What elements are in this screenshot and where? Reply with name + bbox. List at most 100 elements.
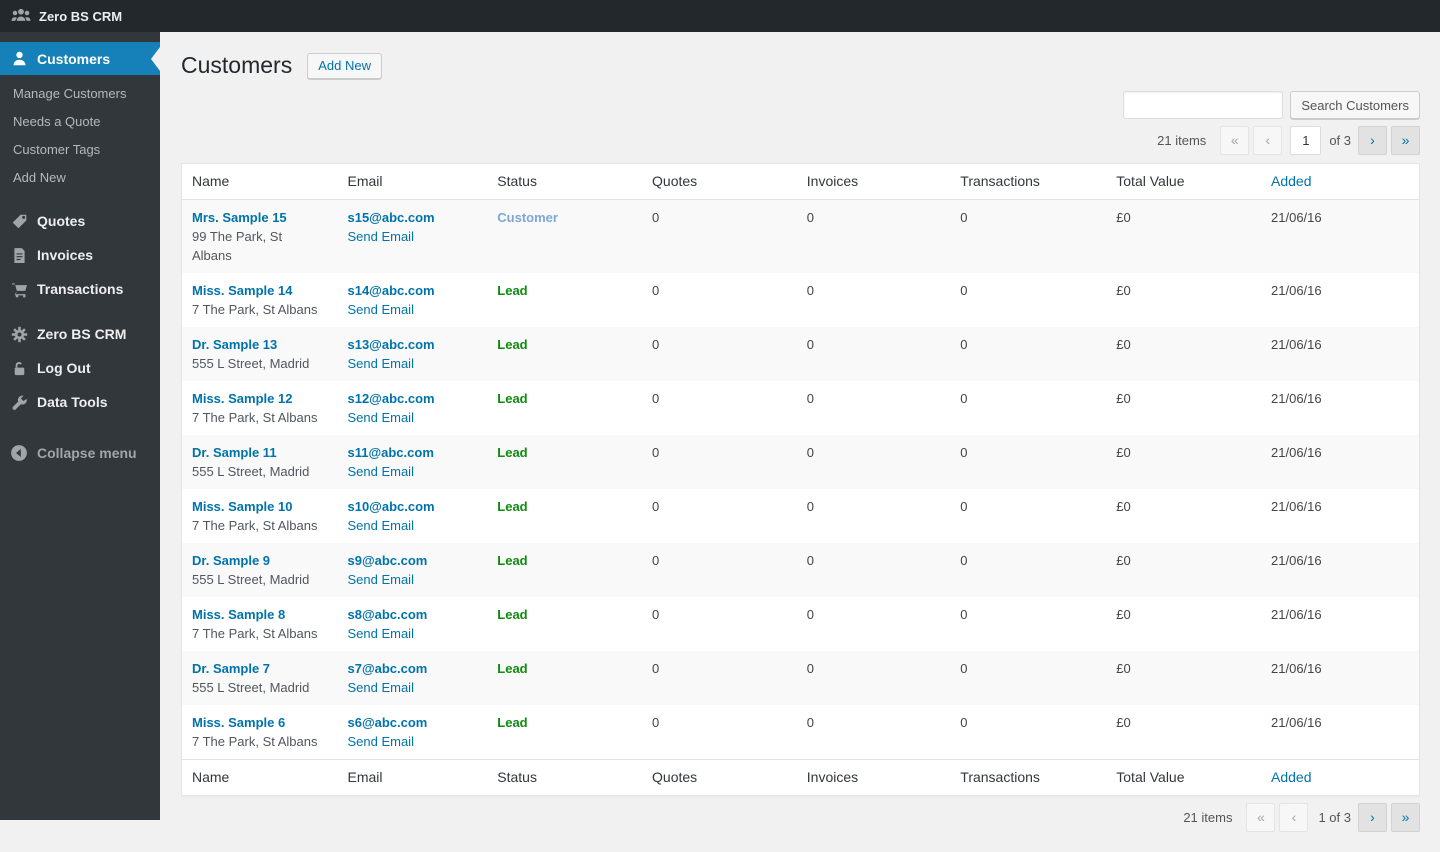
customer-email: s13@abc.com xyxy=(347,335,477,354)
email-cell: s6@abc.comSend Email xyxy=(337,705,487,760)
customer-name-link[interactable]: Miss. Sample 6 xyxy=(192,715,285,730)
sidebar-item-transactions[interactable]: Transactions xyxy=(0,272,160,306)
customer-address: 555 L Street, Madrid xyxy=(192,678,327,697)
send-email-link[interactable]: Send Email xyxy=(347,624,413,643)
column-header-total-value: Total Value xyxy=(1106,760,1261,796)
send-email-link[interactable]: Send Email xyxy=(347,227,413,246)
status-cell: Lead xyxy=(487,327,642,381)
search-customers-button[interactable]: Search Customers xyxy=(1290,91,1420,119)
customer-name-link[interactable]: Mrs. Sample 15 xyxy=(192,210,287,225)
status-cell: Lead xyxy=(487,273,642,327)
quotes-count: 0 xyxy=(642,597,797,651)
customer-email: s14@abc.com xyxy=(347,281,477,300)
customer-email-link[interactable]: s13@abc.com xyxy=(347,335,434,354)
customer-name-link[interactable]: Miss. Sample 12 xyxy=(192,391,292,406)
cart-icon xyxy=(8,279,30,299)
sidebar-item-label: Quotes xyxy=(37,213,85,229)
transactions-count: 0 xyxy=(950,705,1106,760)
sidebar-item-collapse-menu[interactable]: Collapse menu xyxy=(0,436,160,470)
page-position-label: 1 of 3 xyxy=(1318,810,1351,825)
page-title: Customers xyxy=(181,51,292,80)
invoices-count: 0 xyxy=(797,597,951,651)
last-page-button[interactable]: » xyxy=(1391,803,1420,832)
customer-name-link[interactable]: Miss. Sample 8 xyxy=(192,607,285,622)
first-page-button[interactable]: « xyxy=(1220,126,1249,155)
customer-email-link[interactable]: s8@abc.com xyxy=(347,605,427,624)
total-value: £0 xyxy=(1106,651,1261,705)
send-email-link[interactable]: Send Email xyxy=(347,354,413,373)
customer-email-link[interactable]: s10@abc.com xyxy=(347,497,434,516)
customer-email-link[interactable]: s15@abc.com xyxy=(347,208,434,227)
first-page-button[interactable]: « xyxy=(1246,803,1275,832)
customer-email: s8@abc.com xyxy=(347,605,477,624)
send-email-link[interactable]: Send Email xyxy=(347,570,413,589)
sidebar-item-quotes[interactable]: Quotes xyxy=(0,204,160,238)
search-input[interactable] xyxy=(1123,91,1283,119)
name-cell: Dr. Sample 13 555 L Street, Madrid xyxy=(182,327,338,381)
sidebar-item-customers[interactable]: Customers xyxy=(0,42,160,75)
pagination-bottom: 21 items « ‹ 1 of 3 › » xyxy=(1183,803,1420,832)
customer-name-link[interactable]: Dr. Sample 13 xyxy=(192,337,277,352)
next-page-button[interactable]: › xyxy=(1358,803,1387,832)
send-email-link[interactable]: Send Email xyxy=(347,462,413,481)
admin-bar: Zero BS CRM xyxy=(0,0,1440,32)
customer-address: 555 L Street, Madrid xyxy=(192,354,327,373)
invoices-count: 0 xyxy=(797,651,951,705)
sidebar-item-invoices[interactable]: Invoices xyxy=(0,238,160,272)
document-icon xyxy=(8,245,30,265)
status-cell: Lead xyxy=(487,705,642,760)
main-content: Customers Add New Search Customers 21 it… xyxy=(160,0,1440,852)
send-email-wrap: Send Email xyxy=(347,516,477,535)
prev-page-button[interactable]: ‹ xyxy=(1279,803,1308,832)
send-email-link[interactable]: Send Email xyxy=(347,408,413,427)
customer-email-link[interactable]: s11@abc.com xyxy=(347,443,433,462)
status-badge: Lead xyxy=(497,391,527,406)
email-cell: s9@abc.comSend Email xyxy=(337,543,487,597)
email-cell: s12@abc.comSend Email xyxy=(337,381,487,435)
sidebar-item-zero-bs-crm[interactable]: Zero BS CRM xyxy=(0,317,160,351)
name-cell: Miss. Sample 147 The Park, St Albans xyxy=(182,273,338,327)
send-email-wrap: Send Email xyxy=(347,462,477,481)
send-email-link[interactable]: Send Email xyxy=(347,300,413,319)
total-value: £0 xyxy=(1106,381,1261,435)
column-header-added[interactable]: Added xyxy=(1261,164,1419,200)
current-page-input[interactable] xyxy=(1290,126,1321,155)
customer-email-link[interactable]: s6@abc.com xyxy=(347,713,427,732)
invoices-count: 0 xyxy=(797,489,951,543)
prev-page-button[interactable]: ‹ xyxy=(1253,126,1282,155)
last-page-button[interactable]: » xyxy=(1391,126,1420,155)
customer-email: s6@abc.com xyxy=(347,713,477,732)
send-email-link[interactable]: Send Email xyxy=(347,732,413,751)
admin-bar-site-item[interactable]: Zero BS CRM xyxy=(11,0,122,32)
total-value: £0 xyxy=(1106,435,1261,489)
customer-name-link[interactable]: Miss. Sample 14 xyxy=(192,283,292,298)
total-value: £0 xyxy=(1106,543,1261,597)
add-new-button[interactable]: Add New xyxy=(307,53,382,79)
customer-email-link[interactable]: s7@abc.com xyxy=(347,659,427,678)
customer-name-link[interactable]: Miss. Sample 10 xyxy=(192,499,292,514)
sidebar-submenu-item-customer-tags[interactable]: Customer Tags xyxy=(0,136,160,164)
customer-name-link[interactable]: Dr. Sample 11 xyxy=(192,445,277,460)
sidebar-item-label: Log Out xyxy=(37,360,91,376)
sidebar-submenu-item-manage-customers[interactable]: Manage Customers xyxy=(0,80,160,108)
send-email-link[interactable]: Send Email xyxy=(347,678,413,697)
column-header-added[interactable]: Added xyxy=(1261,760,1419,796)
customer-email-link[interactable]: s9@abc.com xyxy=(347,551,427,570)
table-row: Mrs. Sample 1599 The Park, StAlbanss15@a… xyxy=(182,200,1420,274)
customer-name-link[interactable]: Dr. Sample 7 xyxy=(192,661,270,676)
sidebar-submenu-item-needs-a-quote[interactable]: Needs a Quote xyxy=(0,108,160,136)
next-page-button[interactable]: › xyxy=(1358,126,1387,155)
total-value: £0 xyxy=(1106,273,1261,327)
sidebar-item-data-tools[interactable]: Data Tools xyxy=(0,385,160,419)
collapse-arrow-icon xyxy=(8,443,30,463)
sidebar-submenu-item-add-new[interactable]: Add New xyxy=(0,164,160,192)
sidebar-groups: Quotes InvoicesTransactions Zero BS CRM Log… xyxy=(0,204,160,419)
sidebar-item-log-out[interactable]: Log Out xyxy=(0,351,160,385)
email-cell: s8@abc.comSend Email xyxy=(337,597,487,651)
column-header-status: Status xyxy=(487,164,642,200)
send-email-link[interactable]: Send Email xyxy=(347,516,413,535)
customer-name-link[interactable]: Dr. Sample 9 xyxy=(192,553,270,568)
customer-email-link[interactable]: s14@abc.com xyxy=(347,281,434,300)
customer-email-link[interactable]: s12@abc.com xyxy=(347,389,434,408)
added-date: 21/06/16 xyxy=(1261,543,1419,597)
